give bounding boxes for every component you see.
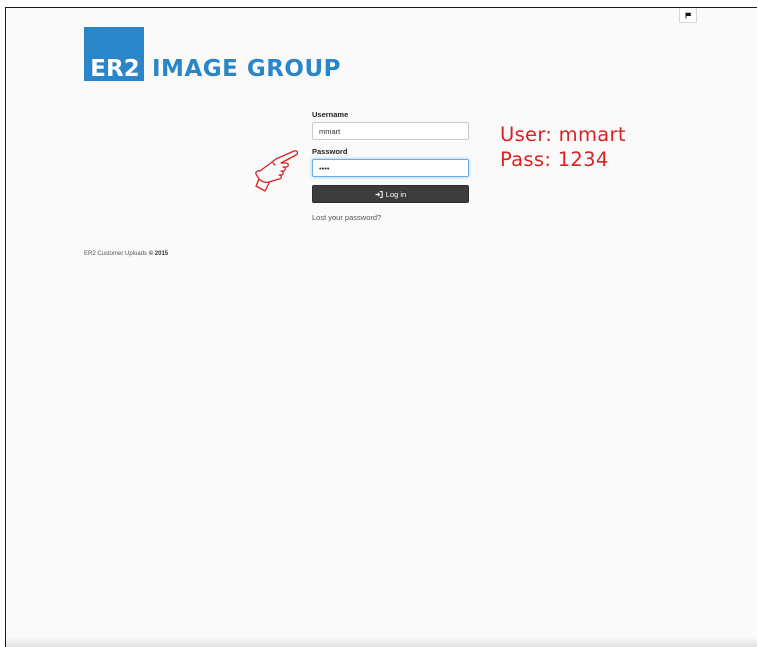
annotation-user-line: User: mmart xyxy=(500,123,626,146)
logo-text: IMAGE GROUP xyxy=(152,56,342,82)
flag-icon xyxy=(685,12,691,18)
company-logo: ER2 IMAGE GROUP xyxy=(84,25,342,82)
annotation-pass-line: Pass: 1234 xyxy=(500,148,609,171)
username-input[interactable] xyxy=(312,122,469,140)
footer-text: ER2 Customer Uploads © 2015 xyxy=(84,251,168,257)
logo-box: ER2 xyxy=(84,27,144,82)
footer-copyright: © 2015 xyxy=(148,251,169,257)
login-button[interactable]: Log in xyxy=(312,185,469,203)
footer-small-text: ··· xyxy=(680,252,684,257)
browser-page: ER2 IMAGE GROUP Username Password Log in… xyxy=(5,7,757,647)
logo-box-text: ER2 xyxy=(90,56,140,82)
login-button-label: Log in xyxy=(385,189,407,199)
lost-password-link[interactable]: Lost your password? xyxy=(312,213,470,222)
password-label: Password xyxy=(312,147,348,156)
footer-site-name: ER2 Customer Uploads xyxy=(84,251,148,257)
credentials-annotation: User: mmart Pass: 1234 xyxy=(500,122,626,172)
pointing-hand-icon xyxy=(255,150,299,192)
flag-button[interactable] xyxy=(679,8,697,23)
password-input[interactable] xyxy=(312,159,469,177)
username-label: Username xyxy=(312,110,349,119)
sign-in-icon xyxy=(375,190,383,198)
bottom-edge-shadow xyxy=(6,637,757,647)
login-form: Username Password Log in Lost your passw… xyxy=(312,110,470,222)
